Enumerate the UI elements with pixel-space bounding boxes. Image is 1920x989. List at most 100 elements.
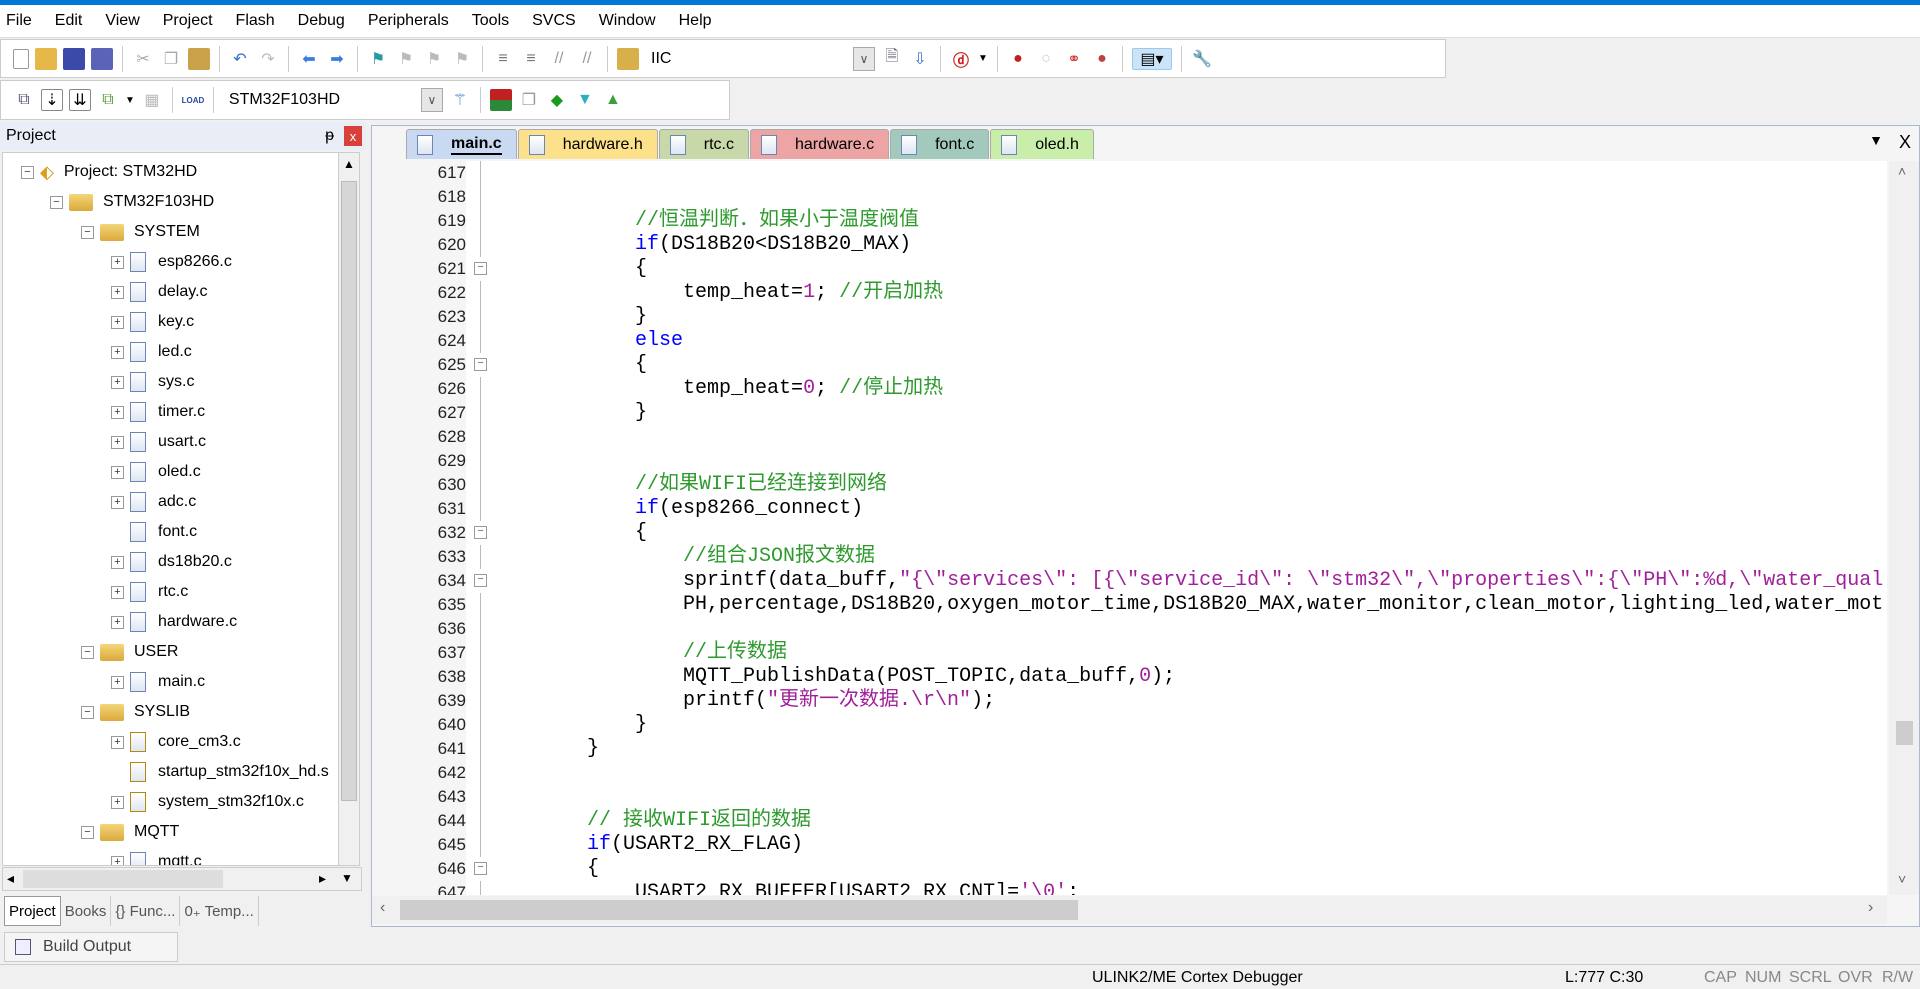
expand-icon[interactable]: +	[111, 405, 124, 419]
translate-icon[interactable]: ⧉	[13, 89, 35, 111]
select-packs-icon[interactable]: ❐	[518, 89, 540, 111]
build-icon[interactable]: ⇣	[41, 89, 63, 111]
tree-item[interactable]: startup_stm32f10x_hd.s	[111, 757, 329, 787]
tree-item[interactable]: + system_stm32f10x.c	[111, 787, 304, 817]
menu-project[interactable]: Project	[163, 12, 213, 30]
menu-peripherals[interactable]: Peripherals	[368, 12, 449, 30]
undo-icon[interactable]: ↶	[229, 48, 251, 70]
tree-vertical-scrollbar[interactable]: ▲	[338, 152, 360, 866]
tree-item[interactable]: − ⬖ Project: STM32HD	[21, 157, 197, 187]
incremental-find-icon[interactable]: ⇩	[909, 48, 931, 70]
collapse-icon[interactable]: −	[21, 165, 34, 179]
unindent-icon[interactable]: ≡	[520, 48, 542, 70]
copy-icon[interactable]: ❐	[160, 48, 182, 70]
expand-icon[interactable]: +	[111, 345, 124, 359]
code-area[interactable]: 617 618 619 //恒温判断．如果小于温度阀值 620 if(DS18B20<…	[372, 161, 1887, 895]
batch-build-icon[interactable]: ⧉	[97, 89, 119, 111]
tree-item[interactable]: + key.c	[111, 307, 194, 337]
cut-icon[interactable]: ✂	[132, 48, 154, 70]
menu-svcs[interactable]: SVCS	[532, 12, 576, 30]
next-bookmark-icon[interactable]: ⚑	[423, 48, 445, 70]
tree-horizontal-scrollbar[interactable]: ◂ ▸ ▼	[2, 867, 362, 891]
menu-view[interactable]: View	[105, 12, 139, 30]
insert-breakpoint-icon[interactable]: ●	[1007, 48, 1029, 70]
tab-temp[interactable]: 0₊ Temp...	[180, 896, 259, 926]
configure-icon[interactable]: 🔧	[1191, 48, 1213, 70]
expand-icon[interactable]: +	[111, 615, 124, 629]
expand-icon[interactable]: +	[111, 675, 124, 689]
menu-file[interactable]: File	[6, 12, 32, 30]
paste-icon[interactable]	[188, 47, 210, 70]
tree-item[interactable]: + sys.c	[111, 367, 194, 397]
fold-toggle-icon[interactable]: −	[472, 857, 488, 881]
tree-item[interactable]: + esp8266.c	[111, 247, 232, 277]
tree-item[interactable]: + delay.c	[111, 277, 208, 307]
comment-icon[interactable]: //	[548, 48, 570, 70]
tab-rtc-c[interactable]: rtc.c	[658, 129, 749, 159]
collapse-icon[interactable]: −	[81, 225, 94, 239]
tab-books[interactable]: Books	[61, 896, 112, 926]
tab-hardware-c[interactable]: hardware.c	[749, 129, 890, 159]
scroll-thumb[interactable]	[400, 900, 1078, 920]
tree-item[interactable]: − STM32F103HD	[50, 187, 214, 217]
stop-build-icon[interactable]: ▦	[141, 89, 163, 111]
chevron-down-icon[interactable]: ▼	[341, 871, 353, 885]
scroll-up-icon[interactable]: ▲	[339, 157, 359, 171]
options-for-target-icon[interactable]: ⚚	[449, 89, 471, 111]
find-icon[interactable]: 🗎	[881, 48, 903, 70]
menu-debug[interactable]: Debug	[298, 12, 345, 30]
pin-icon[interactable]: ᵽ	[325, 127, 334, 145]
kill-all-breakpoints-icon[interactable]: ●	[1091, 48, 1113, 70]
tree-item[interactable]: + main.c	[111, 667, 205, 697]
collapse-icon[interactable]: −	[81, 645, 94, 659]
save-all-icon[interactable]	[91, 47, 113, 70]
menu-tools[interactable]: Tools	[472, 12, 509, 30]
editor-horizontal-scrollbar[interactable]: ‹ ›	[372, 896, 1887, 924]
tree-item[interactable]: − MQTT	[81, 817, 179, 847]
scroll-down-icon[interactable]: ˅	[1898, 871, 1906, 887]
build-output-tab[interactable]: Build Output	[4, 932, 178, 962]
tree-item[interactable]: − USER	[81, 637, 178, 667]
fold-toggle-icon[interactable]: −	[472, 257, 488, 281]
dropdown-arrow-icon[interactable]: ▼	[125, 95, 135, 106]
tree-item[interactable]: + oled.c	[111, 457, 201, 487]
open-file-icon[interactable]	[35, 47, 57, 70]
uncomment-icon[interactable]: //	[576, 48, 598, 70]
disable-all-breakpoints-icon[interactable]: ⚭	[1063, 48, 1085, 70]
scroll-thumb[interactable]	[23, 870, 223, 888]
close-panel-button[interactable]: x	[344, 126, 362, 146]
scroll-left-icon[interactable]: ‹	[380, 899, 385, 917]
collapse-icon[interactable]: −	[81, 705, 94, 719]
tree-item[interactable]: + led.c	[111, 337, 192, 367]
scroll-thumb[interactable]	[1896, 721, 1913, 745]
expand-icon[interactable]: +	[111, 735, 124, 749]
find-combo-value[interactable]: IIC	[645, 50, 677, 68]
scroll-left-icon[interactable]: ◂	[7, 870, 14, 887]
tree-item[interactable]: + core_cm3.c	[111, 727, 241, 757]
expand-icon[interactable]: +	[111, 285, 124, 299]
tree-item[interactable]: + hardware.c	[111, 607, 237, 637]
expand-icon[interactable]: +	[111, 255, 124, 269]
expand-icon[interactable]: +	[111, 585, 124, 599]
fold-toggle-icon[interactable]: −	[472, 569, 488, 593]
collapse-icon[interactable]: −	[50, 195, 63, 209]
scroll-up-icon[interactable]: ˄	[1898, 163, 1906, 179]
expand-icon[interactable]: +	[111, 315, 124, 329]
tab-hardware-h[interactable]: hardware.h	[517, 129, 658, 159]
tree-item[interactable]: − SYSLIB	[81, 697, 190, 727]
dropdown-arrow-icon[interactable]: ▼	[978, 53, 988, 64]
prev-bookmark-icon[interactable]: ⚑	[395, 48, 417, 70]
tab-font-c[interactable]: font.c	[890, 129, 990, 159]
tree-item[interactable]: + usart.c	[111, 427, 206, 457]
bookmark-icon[interactable]: ⚑	[367, 48, 389, 70]
pack-icon[interactable]: ▲	[602, 89, 624, 111]
redo-icon[interactable]: ↷	[257, 48, 279, 70]
new-file-icon[interactable]	[13, 48, 29, 69]
scroll-thumb[interactable]	[341, 181, 357, 801]
expand-icon[interactable]: +	[111, 795, 124, 809]
navigate-forward-icon[interactable]: ➡	[326, 48, 348, 70]
target-combo-value[interactable]: STM32F103HD	[223, 91, 346, 109]
expand-icon[interactable]: +	[111, 555, 124, 569]
rebuild-icon[interactable]: ⇊	[69, 89, 91, 111]
menu-help[interactable]: Help	[679, 12, 712, 30]
